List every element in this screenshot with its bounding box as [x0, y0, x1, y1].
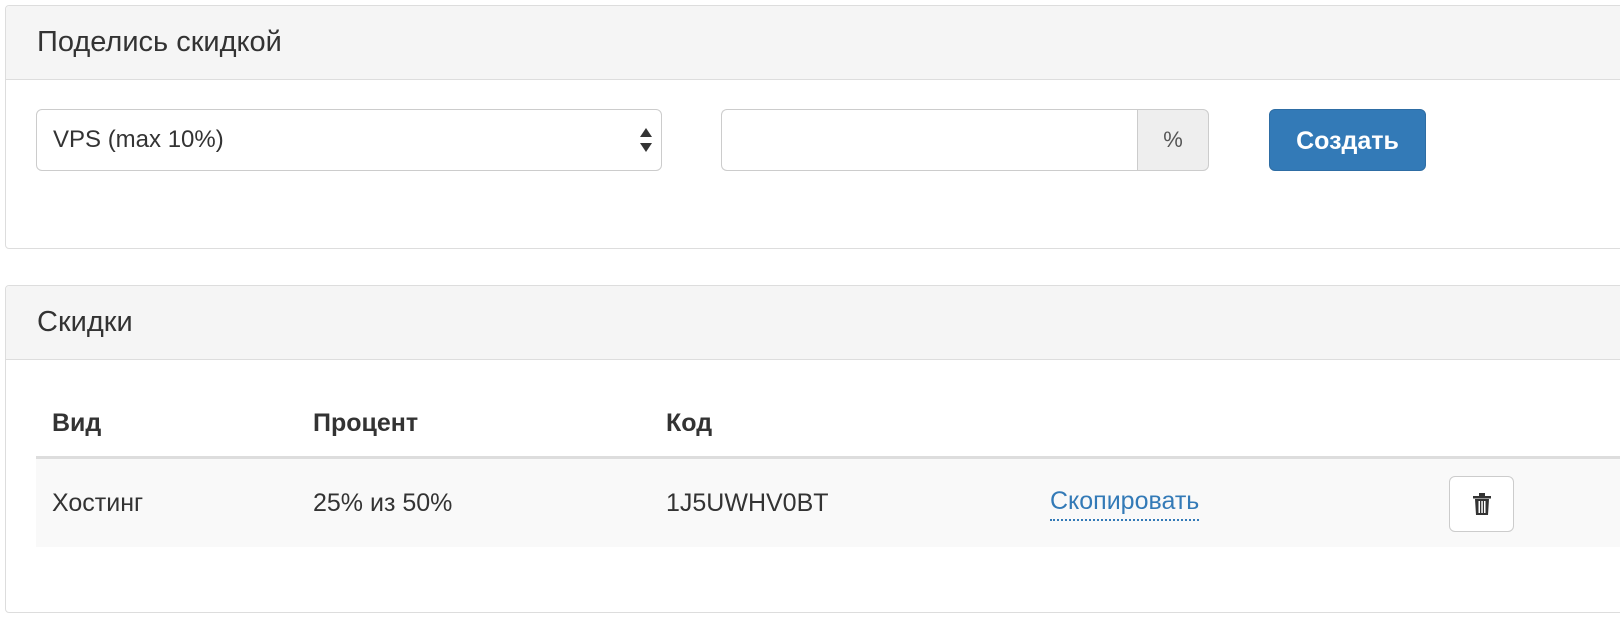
percent-input-group: %	[721, 109, 1209, 171]
discounts-title: Скидки	[6, 286, 1620, 360]
discount-type-selected: VPS (max 10%)	[53, 126, 224, 153]
delete-discount-button[interactable]	[1449, 476, 1514, 532]
table-row: Хостинг 25% из 50% 1J5UWHV0BT Скопироват…	[36, 459, 1620, 547]
cell-percent: 25% из 50%	[313, 489, 453, 517]
share-discount-panel: Поделись скидкой VPS (max 10%) % Создать	[5, 5, 1620, 249]
column-header-code: Код	[666, 409, 713, 437]
create-button[interactable]: Создать	[1269, 109, 1426, 171]
cell-type: Хостинг	[52, 489, 144, 517]
discounts-panel: Скидки Вид Процент Код Хостинг 25% из 50…	[5, 285, 1620, 613]
percent-addon: %	[1137, 109, 1209, 171]
select-updown-icon	[639, 126, 653, 154]
copy-code-link[interactable]: Скопировать	[1050, 483, 1200, 521]
column-header-percent: Процент	[313, 409, 419, 437]
percent-input[interactable]	[721, 109, 1137, 171]
column-header-type: Вид	[52, 409, 102, 437]
cell-code: 1J5UWHV0BT	[666, 489, 829, 517]
discount-type-select[interactable]: VPS (max 10%)	[36, 109, 662, 171]
share-discount-title: Поделись скидкой	[6, 6, 1620, 80]
trash-icon	[1473, 493, 1491, 515]
